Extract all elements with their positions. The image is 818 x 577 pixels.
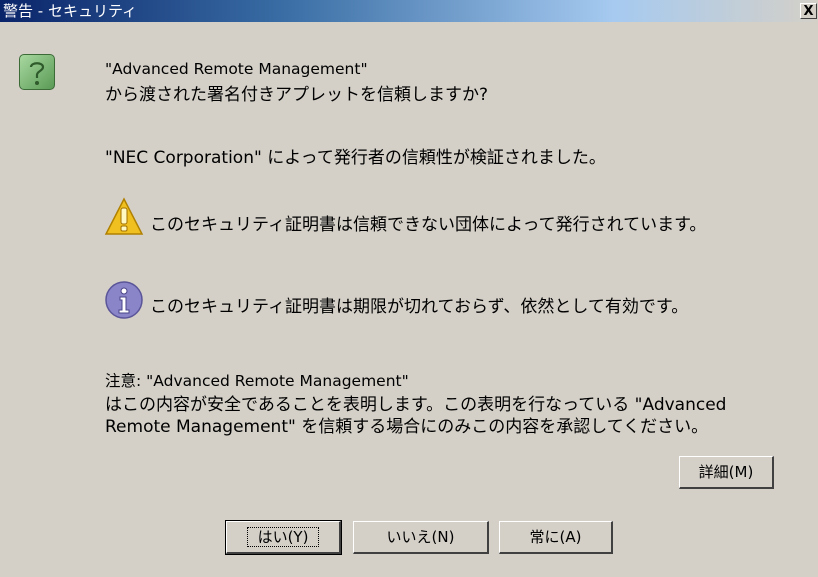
notice-line-3: Remote Management" を信頼する場合にのみこの内容を承認してくだ…	[105, 417, 709, 437]
warning-text: このセキュリティ証明書は信頼できない団体によって発行されています。	[150, 215, 707, 235]
details-button-label: 詳細(M)	[698, 463, 754, 481]
always-button-label: 常に(A)	[529, 528, 582, 546]
notice-line-1: 注意: "Advanced Remote Management"	[105, 372, 409, 390]
details-button[interactable]: 詳細(M)	[679, 456, 774, 489]
question-icon	[19, 54, 55, 90]
close-button[interactable]: X	[800, 3, 817, 19]
close-icon: X	[803, 4, 814, 19]
info-text: このセキュリティ証明書は期限が切れておらず、依然として有効です。	[150, 297, 689, 317]
title-bar: 警告 - セキュリティ X	[0, 0, 818, 22]
info-icon	[105, 281, 143, 319]
always-button[interactable]: 常に(A)	[499, 521, 613, 554]
applet-name: "Advanced Remote Management"	[105, 60, 368, 78]
no-button-label: いいえ(N)	[386, 528, 455, 546]
trust-question: から渡された署名付きアプレットを信頼しますか?	[105, 85, 489, 105]
no-button[interactable]: いいえ(N)	[353, 521, 489, 554]
window-title: 警告 - セキュリティ	[3, 2, 138, 20]
yes-button[interactable]: はい(Y)	[225, 520, 342, 555]
verified-message: "NEC Corporation" によって発行者の信頼性が検証されました。	[105, 148, 606, 168]
yes-button-label: はい(Y)	[246, 527, 320, 547]
warning-icon	[104, 197, 144, 235]
